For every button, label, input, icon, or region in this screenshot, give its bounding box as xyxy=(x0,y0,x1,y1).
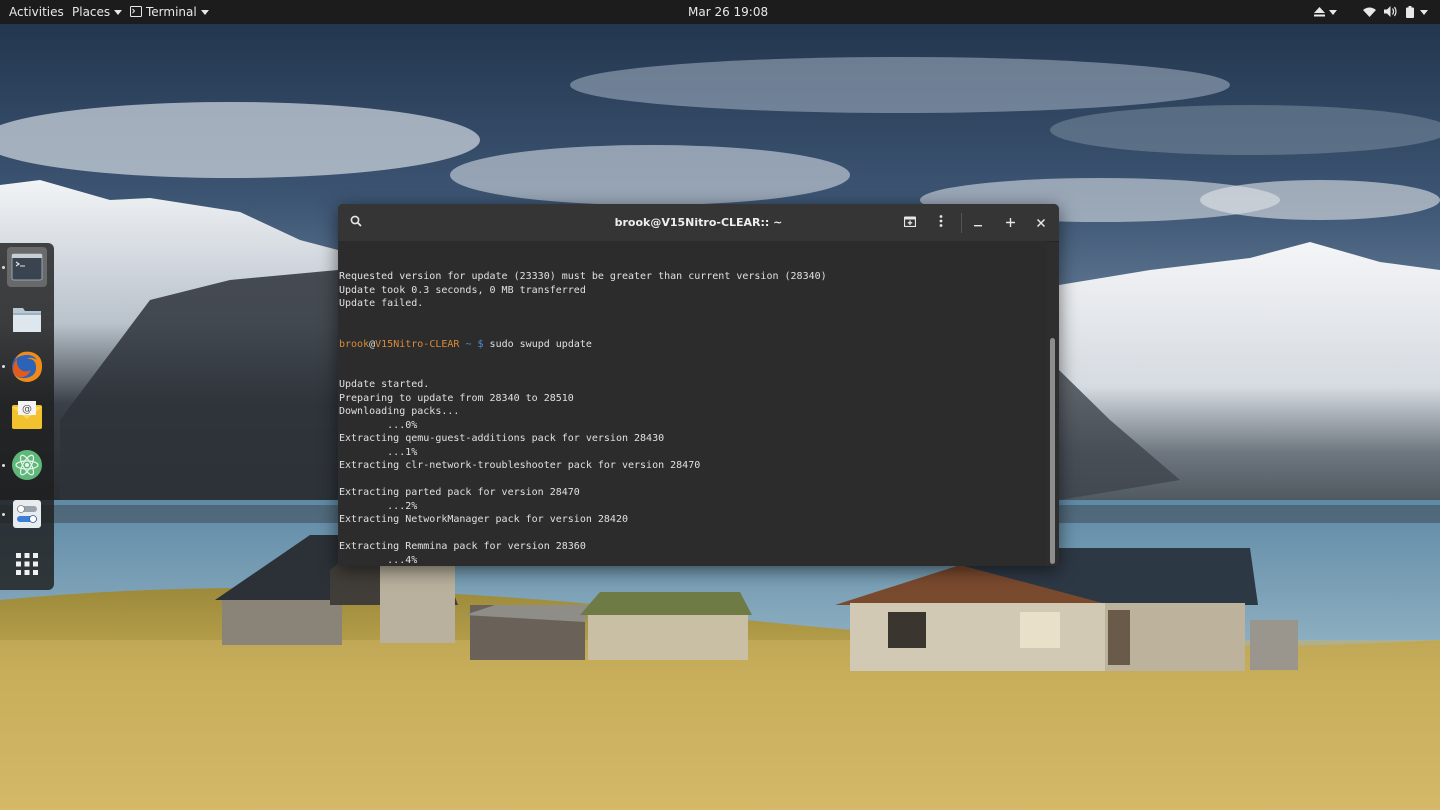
wifi-icon xyxy=(1363,7,1376,17)
places-menu[interactable]: Places xyxy=(72,0,123,24)
dock-item-files[interactable] xyxy=(7,298,47,338)
places-label: Places xyxy=(72,5,111,19)
new-tab-button[interactable] xyxy=(897,210,923,236)
activities-button[interactable]: Activities xyxy=(9,0,64,24)
eject-icon xyxy=(1314,7,1325,17)
terminal-line: Update took 0.3 seconds, 0 MB transferre… xyxy=(339,284,586,296)
output-block: Update started. Preparing to update from … xyxy=(339,378,1047,566)
prompt-host: V15Nitro-CLEAR xyxy=(375,338,460,350)
app-menu[interactable]: Terminal xyxy=(130,0,209,24)
terminal-line: Extracting parted pack for version 28470 xyxy=(339,487,580,498)
volume-icon xyxy=(1383,6,1397,17)
running-indicator xyxy=(2,464,5,467)
terminal-line: Extracting clr-network-troubleshooter pa… xyxy=(339,460,701,471)
prompt-line: brook@V15Nitro-CLEAR ~ $ sudo swupd upda… xyxy=(339,338,1047,352)
settings-icon xyxy=(13,500,41,528)
kebab-menu-icon xyxy=(939,215,943,227)
terminal-window[interactable]: brook@V15Nitro-CLEAR:: ~ Requested versi… xyxy=(338,204,1059,566)
show-applications-button[interactable] xyxy=(7,544,47,584)
terminal-small-icon xyxy=(130,6,142,17)
app-menu-label: Terminal xyxy=(146,5,197,19)
close-button[interactable] xyxy=(1028,210,1054,236)
files-icon xyxy=(13,308,41,332)
dock-item-terminal[interactable] xyxy=(7,247,47,287)
prompt-dir: ~ $ xyxy=(459,338,490,350)
running-indicator xyxy=(2,513,5,516)
chevron-down-icon xyxy=(114,10,123,15)
terminal-line: ...1% xyxy=(339,446,418,458)
terminal-output[interactable]: Requested version for update (23330) mus… xyxy=(339,241,1047,566)
firefox-icon xyxy=(12,351,43,382)
output-block: Requested version for update (23330) mus… xyxy=(339,270,1047,311)
header-separator xyxy=(961,213,962,233)
terminal-line: Extracting qemu-guest-additions pack for… xyxy=(339,433,665,444)
dock-item-atom[interactable] xyxy=(7,445,47,485)
new-tab-icon xyxy=(903,216,917,228)
dock: @ xyxy=(0,243,54,590)
terminal-line: Update failed. xyxy=(339,298,424,309)
system-menu[interactable] xyxy=(1363,0,1428,24)
terminal-line: ...2% xyxy=(339,500,418,512)
minimize-button[interactable] xyxy=(965,210,991,236)
menu-button[interactable] xyxy=(928,210,954,236)
mail-icon: @ xyxy=(12,401,42,429)
clock[interactable]: Mar 26 19:08 xyxy=(688,0,768,24)
terminal-line: Downloading packs... xyxy=(339,406,460,417)
atom-icon xyxy=(12,450,42,480)
maximize-button[interactable] xyxy=(997,210,1023,236)
close-icon xyxy=(1036,218,1046,228)
activities-label: Activities xyxy=(9,5,64,19)
dock-item-settings[interactable] xyxy=(7,494,47,534)
terminal-line: Extracting Remmina pack for version 2836… xyxy=(339,541,586,552)
terminal-icon xyxy=(11,253,43,281)
terminal-line: Preparing to update from 28340 to 28510 xyxy=(339,392,574,404)
terminal-line: Requested version for update (23330) mus… xyxy=(339,271,827,282)
maximize-icon xyxy=(1005,218,1015,227)
top-bar: Activities Places Terminal Mar 26 19:08 xyxy=(0,0,1440,24)
prompt-command: sudo swupd update xyxy=(489,338,592,350)
running-indicator xyxy=(2,266,5,269)
search-button[interactable] xyxy=(343,210,369,236)
clock-label: Mar 26 19:08 xyxy=(688,5,769,19)
running-indicator xyxy=(2,365,5,368)
dock-item-mail[interactable]: @ xyxy=(7,395,47,435)
terminal-line: Extracting NetworkManager pack for versi… xyxy=(339,514,628,525)
terminal-header-bar[interactable]: brook@V15Nitro-CLEAR:: ~ xyxy=(338,204,1059,242)
chevron-down-icon xyxy=(1419,10,1428,15)
chevron-down-icon xyxy=(1329,10,1337,15)
app-grid-icon xyxy=(16,553,38,575)
terminal-line: ...0% xyxy=(339,419,418,431)
terminal-line: Update started. xyxy=(339,379,430,390)
battery-icon xyxy=(1405,6,1414,18)
window-title: brook@V15Nitro-CLEAR:: ~ xyxy=(614,216,783,229)
prompt-user: brook xyxy=(339,338,370,350)
chevron-down-icon xyxy=(200,10,209,15)
eject-menu[interactable] xyxy=(1314,0,1337,24)
search-icon xyxy=(350,215,362,227)
terminal-line: ...4% xyxy=(339,554,418,566)
minimize-icon xyxy=(974,225,982,227)
scrollbar[interactable] xyxy=(1050,338,1055,564)
svg-text:@: @ xyxy=(22,404,32,415)
dock-item-firefox[interactable] xyxy=(7,346,47,386)
